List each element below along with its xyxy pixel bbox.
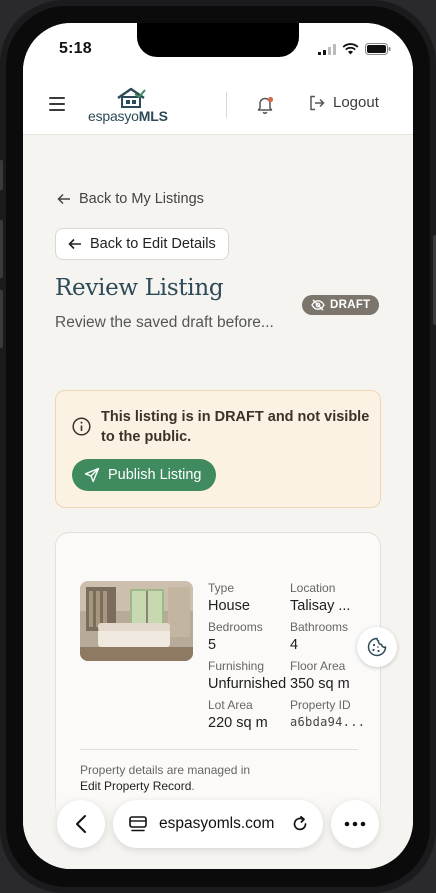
property-note: Property details are managed in Edit Pro… xyxy=(80,762,250,794)
browser-address-bar[interactable]: espasyomls.com xyxy=(113,800,323,848)
send-icon xyxy=(84,467,100,483)
field-property-id: Property ID a6bda94... xyxy=(290,698,380,729)
field-value: Talisay ... xyxy=(290,598,351,614)
field-label: Type xyxy=(208,581,235,595)
page-title: Review Listing xyxy=(55,275,224,301)
field-label: Furnishing xyxy=(208,659,265,673)
logout-label: Logout xyxy=(333,94,379,111)
page-menu-icon[interactable] xyxy=(129,816,147,832)
field-lot-area: Lot Area 220 sq m xyxy=(208,698,298,731)
field-label: Property ID xyxy=(290,698,351,712)
back-to-edit-label: Back to Edit Details xyxy=(90,236,216,252)
draft-alert: This listing is in DRAFT and not visible… xyxy=(55,390,381,508)
field-label: Lot Area xyxy=(208,698,253,712)
info-icon xyxy=(72,417,91,436)
dynamic-island xyxy=(137,23,299,57)
draft-alert-message: This listing is in DRAFT and not visible… xyxy=(101,409,370,445)
battery-icon xyxy=(365,43,391,55)
brand-logo-text: espasyoMLS xyxy=(88,108,168,124)
property-photo[interactable] xyxy=(80,581,193,661)
browser-toolbar: espasyomls.com xyxy=(23,795,413,869)
field-type: Type House xyxy=(208,581,298,614)
brand-logo-text-light: espasyo xyxy=(88,108,139,124)
property-note-suffix: . xyxy=(191,779,195,793)
logout-button[interactable]: Logout xyxy=(309,94,379,111)
chevron-left-icon xyxy=(76,815,86,833)
screen: 5:18 espasyoMLS Logout Back to My Listin… xyxy=(23,23,413,869)
main-content: Back to My Listings Back to Edit Details… xyxy=(23,135,413,869)
publish-listing-label: Publish Listing xyxy=(108,467,202,483)
property-card: Type House Location Talisay ... Bedrooms… xyxy=(55,532,381,822)
volume-up-button xyxy=(0,220,3,278)
field-label: Location xyxy=(290,581,336,595)
more-horizontal-icon xyxy=(344,821,366,827)
publish-listing-button[interactable]: Publish Listing xyxy=(72,459,216,491)
page-subtitle: Review the saved draft before... xyxy=(55,314,274,331)
reload-icon[interactable] xyxy=(291,815,309,833)
arrow-left-icon xyxy=(68,238,81,250)
brand-logo-text-bold: MLS xyxy=(138,108,168,124)
volume-down-button xyxy=(0,290,3,348)
browser-url: espasyomls.com xyxy=(159,815,275,832)
status-time: 5:18 xyxy=(59,40,92,57)
signal-icon xyxy=(318,43,336,55)
phone-frame: 5:18 espasyoMLS Logout Back to My Listin… xyxy=(0,0,436,893)
status-bar: 5:18 xyxy=(23,23,413,77)
logout-icon xyxy=(310,95,325,110)
eye-off-icon xyxy=(311,299,325,311)
wifi-icon xyxy=(342,43,359,55)
status-badge-label: DRAFT xyxy=(330,299,371,311)
mute-switch xyxy=(0,160,3,190)
header-divider xyxy=(226,92,227,118)
field-value: 350 sq m xyxy=(290,676,350,692)
card-divider xyxy=(80,749,358,750)
back-to-edit-button[interactable]: Back to Edit Details xyxy=(55,228,229,260)
field-value: 5 xyxy=(208,637,217,653)
app-header: espasyoMLS Logout xyxy=(23,77,413,135)
cookie-settings-button[interactable] xyxy=(357,627,397,667)
notification-bell-icon[interactable] xyxy=(256,95,274,115)
brand-logo[interactable]: espasyoMLS xyxy=(88,87,178,127)
field-location: Location Talisay ... xyxy=(290,581,380,614)
back-to-listings-link[interactable]: Back to My Listings xyxy=(57,191,204,207)
field-label: Bedrooms xyxy=(208,620,263,634)
field-value: a6bda94... xyxy=(290,715,366,729)
field-furnishing: Furnishing Unfurnished xyxy=(208,659,298,692)
menu-icon[interactable] xyxy=(49,97,65,111)
field-bedrooms: Bedrooms 5 xyxy=(208,620,298,653)
back-to-listings-label: Back to My Listings xyxy=(79,191,204,207)
house-logo-icon xyxy=(117,87,146,108)
property-note-text: Property details are managed in xyxy=(80,763,251,777)
field-value: 220 sq m xyxy=(208,715,268,731)
arrow-left-icon xyxy=(57,193,70,205)
status-badge: DRAFT xyxy=(302,295,380,315)
status-icons xyxy=(318,43,391,55)
browser-more-button[interactable] xyxy=(331,800,379,848)
cookie-icon xyxy=(367,637,387,657)
browser-back-button[interactable] xyxy=(57,800,105,848)
field-value: House xyxy=(208,598,250,614)
field-value: Unfurnished xyxy=(208,676,287,692)
edit-property-record-link[interactable]: Edit Property Record xyxy=(80,779,191,793)
